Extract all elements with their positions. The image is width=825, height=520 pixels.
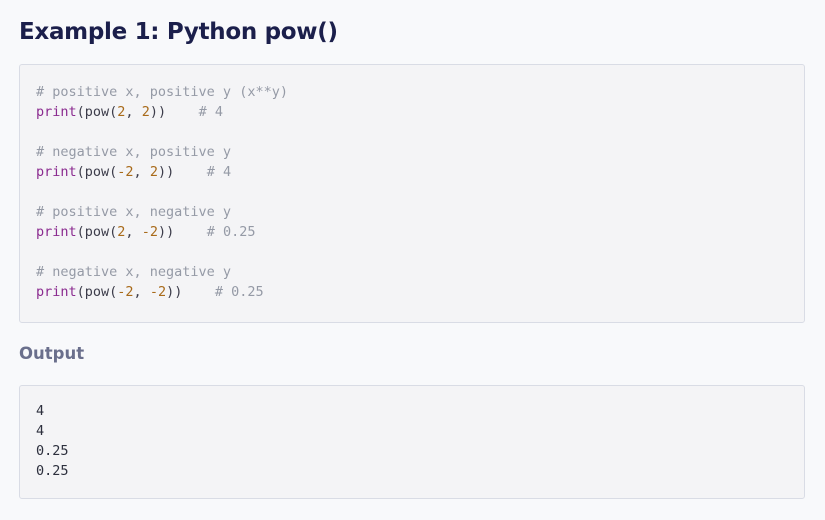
code-comment: # negative x, positive y [36,144,232,160]
output-line: 0.25 [36,443,69,459]
code-separator: , [133,284,150,300]
code-result-comment: # 4 [198,104,223,120]
code-argument-y: -2 [141,224,158,240]
code-call-open: (pow( [76,164,118,180]
code-argument-x: -2 [117,164,134,180]
code-argument-y: 2 [141,104,150,120]
code-comment: # positive x, negative y [36,204,232,220]
code-call-close: )) [166,284,215,300]
page-title: Example 1: Python pow() [19,19,338,45]
code-statement-line: print(pow(2, 2)) # 4 [36,102,288,122]
code-call-close: )) [157,164,207,180]
code-function-name: print [36,104,77,120]
code-block[interactable]: # positive x, positive y (x**y) print(pow… [19,64,805,323]
code-comment-line: # negative x, negative y [36,262,288,282]
output-line: 0.25 [36,463,69,479]
code-function-name: print [36,164,77,180]
output-line: 4 [36,403,45,419]
code-statement-line: print(pow(2, -2)) # 0.25 [36,222,288,242]
code-result-comment: # 0.25 [214,284,264,300]
code-comment: # negative x, negative y [36,264,232,280]
output-lines: 4 4 0.25 0.25 [36,401,69,481]
code-separator: , [125,104,142,120]
output-line: 4 [36,423,45,439]
output-heading: Output [19,344,85,363]
code-comment-line: # positive x, negative y [36,202,288,222]
code-comment: # positive x, positive y (x**y) [36,84,288,100]
code-call-open: (pow( [76,104,118,120]
code-argument-x: -2 [117,284,134,300]
code-function-name: print [36,224,77,240]
code-argument-y: -2 [149,284,167,300]
code-call-close: )) [157,224,207,240]
code-function-name: print [36,284,77,300]
code-call-open: (pow( [76,284,118,300]
code-separator: , [133,164,150,180]
code-call-close: )) [149,104,199,120]
code-comment-line: # positive x, positive y (x**y) [36,82,288,102]
code-result-comment: # 4 [206,164,232,180]
code-call-open: (pow( [76,224,118,240]
code-argument-y: 2 [149,164,158,180]
code-statement-line: print(pow(-2, 2)) # 4 [36,162,288,182]
code-comment-line: # negative x, positive y [36,142,288,162]
code-statement-line: print(pow(-2, -2)) # 0.25 [36,282,288,302]
code-result-comment: # 0.25 [206,224,256,240]
code-separator: , [125,224,142,240]
output-block[interactable]: 4 4 0.25 0.25 [19,385,805,499]
code-lines: # positive x, positive y (x**y) print(pow… [36,82,288,302]
